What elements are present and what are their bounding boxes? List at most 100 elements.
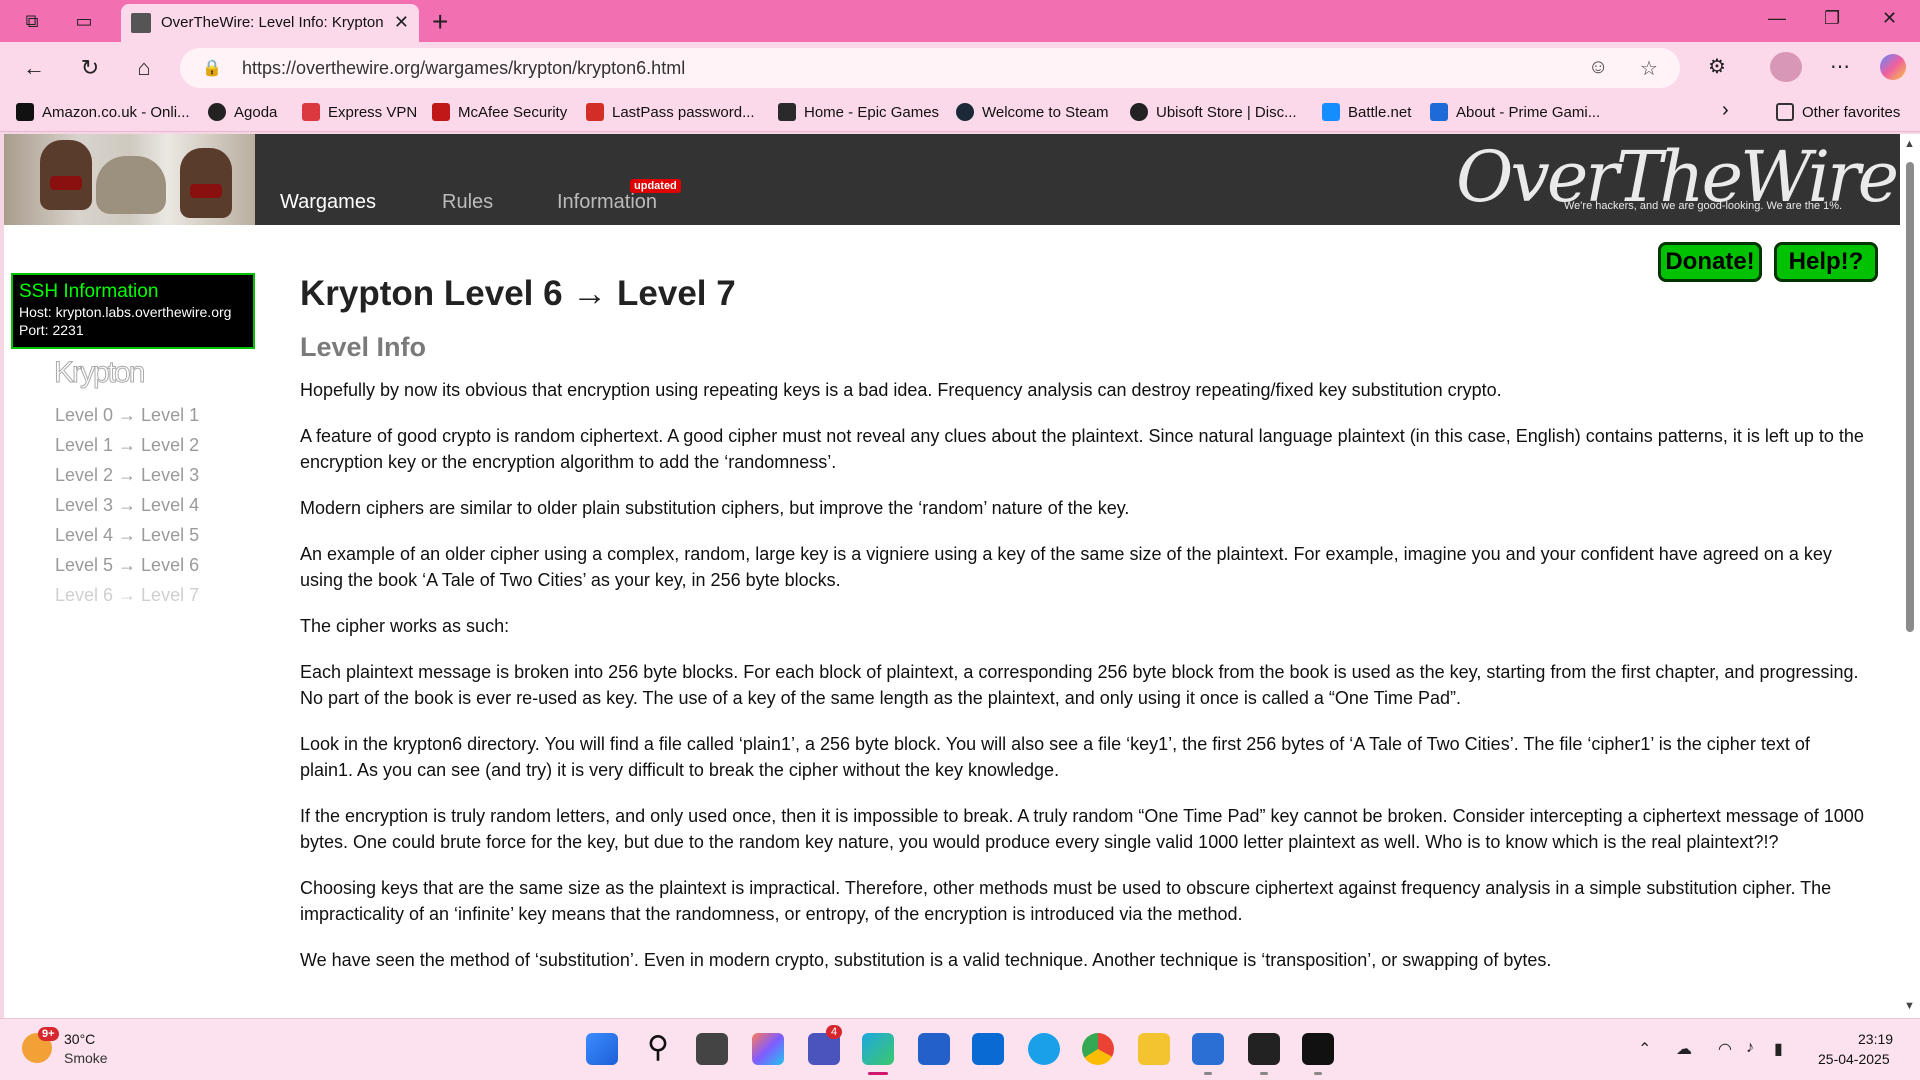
browser-toolbar: ← ↻ ⌂ 🔒 https://overthewire.org/wargames… — [0, 42, 1920, 94]
lock-icon[interactable]: 🔒 — [202, 58, 222, 78]
browser-tab-active[interactable]: OverTheWire: Level Info: Krypton ✕ — [121, 4, 419, 42]
prime-gaming-icon — [1430, 103, 1448, 121]
weather-badge: 9+ — [38, 1027, 59, 1041]
browser-tab-strip: ⧉ ▭ OverTheWire: Level Info: Krypton ✕ +… — [0, 0, 1920, 42]
content-paragraph: Hopefully by now its obvious that encryp… — [300, 380, 1502, 400]
file-explorer-icon[interactable] — [1138, 1033, 1170, 1065]
workspaces-icon[interactable]: ⧉ — [20, 9, 44, 33]
sidebar-level-link[interactable]: Level 2 → Level 3 — [55, 465, 199, 486]
favorite-item[interactable]: About - Prime Gami... — [1430, 103, 1600, 121]
ubisoft-icon — [1130, 103, 1148, 121]
favorite-label: Battle.net — [1348, 104, 1412, 121]
tab-close-icon[interactable]: ✕ — [394, 12, 409, 33]
notepad-icon[interactable] — [1192, 1033, 1224, 1075]
favorite-item[interactable]: Express VPN — [302, 103, 417, 121]
sidebar-level-link[interactable]: Level 3 → Level 4 — [55, 495, 199, 516]
nav-wargames[interactable]: Wargames — [280, 191, 376, 214]
favorite-item[interactable]: Agoda — [208, 103, 277, 121]
favorite-item[interactable]: Ubisoft Store | Disc... — [1130, 103, 1297, 121]
favorite-label: McAfee Security — [458, 104, 568, 121]
weather-temperature[interactable]: 30°C — [64, 1031, 95, 1047]
sidebar-level-link[interactable]: Level 1 → Level 2 — [55, 435, 199, 456]
sidebar-level-link[interactable]: Level 4 → Level 5 — [55, 525, 199, 546]
folder-icon — [1776, 103, 1794, 121]
terminal-icon[interactable] — [1248, 1033, 1280, 1075]
favorite-item[interactable]: Welcome to Steam — [956, 103, 1108, 121]
cloud-sync-icon[interactable]: ☁ — [1676, 1039, 1692, 1059]
sidebar-level-link[interactable]: Level 5 → Level 6 — [55, 555, 199, 576]
domo-figure-left — [40, 140, 92, 210]
address-url[interactable]: https://overthewire.org/wargames/krypton… — [242, 58, 685, 79]
clock-time[interactable]: 23:19 — [1858, 1031, 1893, 1047]
content-paragraph: An example of an older cipher using a co… — [300, 544, 1832, 590]
extensions-icon[interactable]: ⚙ — [1708, 54, 1726, 79]
get-help-icon[interactable] — [1028, 1033, 1060, 1065]
favorite-label: LastPass password... — [612, 104, 755, 121]
wifi-icon[interactable]: ◠ — [1718, 1039, 1732, 1059]
battlenet-icon — [1322, 103, 1340, 121]
search-icon[interactable]: ⚲ — [642, 1033, 674, 1065]
task-view-icon[interactable] — [696, 1033, 728, 1065]
favorites-overflow-chevron-icon[interactable]: › — [1722, 99, 1729, 122]
site-header: Wargames Rules Information updated OverT… — [4, 134, 1900, 225]
myhp-icon[interactable] — [972, 1033, 1004, 1065]
command-prompt-icon[interactable] — [1302, 1033, 1334, 1075]
favorite-item[interactable]: Battle.net — [1322, 103, 1411, 121]
new-tab-button[interactable]: + — [432, 6, 448, 38]
more-menu-icon[interactable]: ⋯ — [1830, 54, 1850, 79]
vertical-tabs-icon[interactable]: ▭ — [72, 9, 96, 33]
windows-taskbar: 9+ 30°C Smoke ⚲ 4 ⌃ ☁ ◠ ♪ ▮ 23:19 25-04-… — [0, 1018, 1920, 1080]
sidebar-level-link-current[interactable]: Level 6 → Level 7 — [55, 585, 199, 606]
updated-badge: updated — [630, 179, 681, 193]
edge-browser-icon[interactable] — [862, 1033, 894, 1075]
page-scrollbar[interactable]: ▲ ▼ — [1900, 134, 1920, 1018]
teams-icon[interactable]: 4 — [808, 1025, 843, 1065]
minimize-icon[interactable]: — — [1768, 8, 1786, 29]
favorite-item[interactable]: Home - Epic Games — [778, 103, 939, 121]
reading-mode-icon[interactable]: ☺ — [1588, 56, 1608, 79]
address-bar[interactable]: 🔒 https://overthewire.org/wargames/krypt… — [180, 48, 1680, 88]
favorite-label: Express VPN — [328, 104, 418, 121]
nav-rules[interactable]: Rules — [442, 191, 493, 214]
expressvpn-icon — [302, 103, 320, 121]
favorite-item[interactable]: LastPass password... — [586, 103, 755, 121]
favorite-label: Home - Epic Games — [804, 104, 940, 121]
content-paragraph: We have seen the method of ‘substitution… — [300, 950, 1552, 970]
content-paragraph: Look in the krypton6 directory. You will… — [300, 734, 1810, 780]
nav-information[interactable]: Information — [557, 191, 657, 214]
tray-overflow-chevron-icon[interactable]: ⌃ — [1638, 1039, 1651, 1059]
start-windows-icon[interactable] — [586, 1033, 618, 1065]
chrome-icon[interactable] — [1082, 1033, 1114, 1065]
weather-condition[interactable]: Smoke — [64, 1050, 108, 1066]
back-icon[interactable]: ← — [20, 54, 48, 82]
scroll-thumb[interactable] — [1906, 162, 1914, 632]
ssh-port: Port: 2231 — [19, 322, 84, 338]
clock-date[interactable]: 25-04-2025 — [1818, 1051, 1890, 1067]
content-paragraph: Each plaintext message is broken into 25… — [300, 662, 1859, 708]
web-page: Wargames Rules Information updated OverT… — [4, 134, 1900, 1018]
volume-icon[interactable]: ♪ — [1746, 1039, 1754, 1057]
mcafee-icon — [432, 103, 450, 121]
other-favorites-label: Other favorites — [1802, 104, 1901, 121]
refresh-icon[interactable]: ↻ — [76, 54, 104, 82]
scroll-up-icon[interactable]: ▲ — [1904, 138, 1915, 150]
favorite-star-icon[interactable]: ☆ — [1640, 56, 1658, 81]
home-icon[interactable]: ⌂ — [130, 54, 158, 82]
ssh-info-box: SSH Information Host: krypton.labs.overt… — [11, 273, 255, 349]
scroll-down-icon[interactable]: ▼ — [1904, 1000, 1915, 1012]
close-window-icon[interactable]: ✕ — [1882, 8, 1897, 29]
content-paragraph: Choosing keys that are the same size as … — [300, 878, 1832, 924]
copilot-app-icon[interactable] — [752, 1033, 784, 1065]
favorite-item[interactable]: Amazon.co.uk - Onli... — [16, 103, 190, 121]
tab-title: OverTheWire: Level Info: Krypton — [161, 14, 384, 31]
sidebar-level-link[interactable]: Level 0 → Level 1 — [55, 405, 199, 426]
other-favorites[interactable]: Other favorites — [1776, 103, 1900, 121]
profile-avatar[interactable] — [1770, 52, 1802, 82]
content-paragraph: If the encryption is truly random letter… — [300, 806, 1864, 852]
favorite-item[interactable]: McAfee Security — [432, 103, 567, 121]
microsoft-store-icon[interactable] — [918, 1033, 950, 1065]
restore-icon[interactable]: ❐ — [1824, 8, 1840, 29]
epic-games-icon — [778, 103, 796, 121]
battery-icon[interactable]: ▮ — [1774, 1039, 1783, 1059]
copilot-icon[interactable] — [1880, 54, 1906, 80]
